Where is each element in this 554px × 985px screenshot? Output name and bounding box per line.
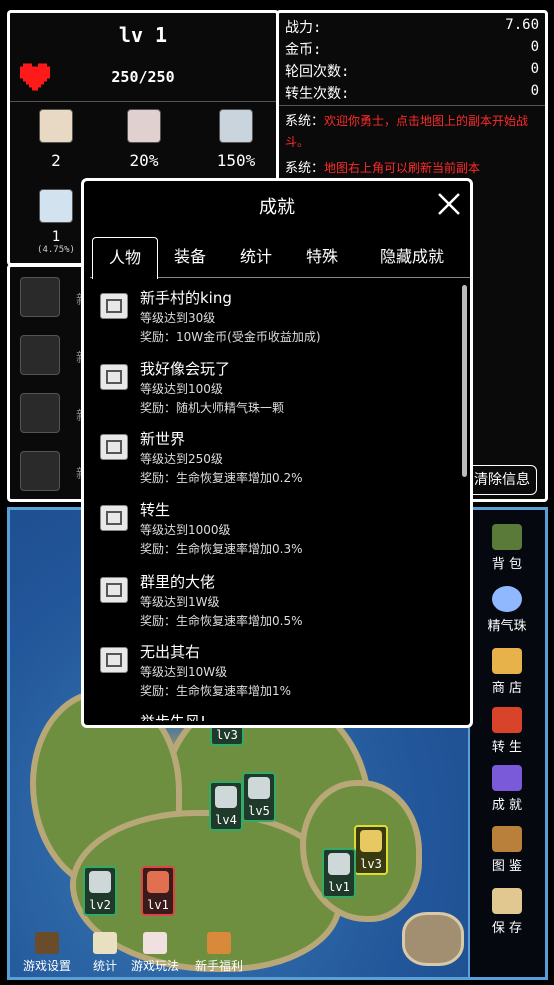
- achievement-list: 新手村的king 等级达到30级 奖励：10W金币(受金币收益加成) 我好像会玩…: [84, 285, 464, 721]
- map-stage[interactable]: lv3: [354, 825, 388, 875]
- achievement-badge-icon: [100, 293, 128, 319]
- statistics-button[interactable]: 统计: [88, 932, 122, 974]
- amulet-slot-icon: [20, 393, 60, 433]
- newbie-gift-button[interactable]: 新手福利: [192, 932, 246, 974]
- achievement-book-icon: [492, 765, 522, 791]
- shop-button[interactable]: 商 店: [482, 648, 532, 696]
- loop-value: 0: [530, 61, 539, 77]
- power-value: 7.60: [505, 17, 539, 33]
- rebirth-value: 0: [530, 83, 539, 99]
- list-scrollbar[interactable]: [462, 285, 467, 477]
- hp-value: 250/250: [111, 68, 175, 86]
- critical-burst-icon: [127, 109, 161, 143]
- dialog-title: 成就: [259, 197, 295, 218]
- equipment-slot-helmet[interactable]: 新: [20, 335, 89, 375]
- save-button[interactable]: 保 存: [482, 888, 532, 936]
- map-stage[interactable]: lv2: [83, 866, 117, 916]
- critical-damage-icon: [219, 109, 253, 143]
- save-scroll-icon: [492, 888, 522, 914]
- game-settings-button[interactable]: 游戏设置: [20, 932, 74, 974]
- calendar-icon: [143, 932, 167, 954]
- close-icon[interactable]: [436, 191, 462, 217]
- tab-special[interactable]: 特殊: [292, 237, 352, 277]
- sword-attack-icon: [39, 109, 73, 143]
- rock-islet: [402, 912, 464, 966]
- message-log: 系统：欢迎你勇士，点击地图上的副本开始战斗。 系统：地图右上角可以刷新当前副本: [285, 111, 541, 179]
- achievements-button[interactable]: 成 就: [482, 765, 532, 813]
- loop-label: 轮回次数:: [285, 64, 350, 80]
- backpack-icon: [492, 524, 522, 550]
- shield-icon: [39, 189, 73, 223]
- rebirth-icon: [492, 707, 522, 733]
- map-stage[interactable]: lv1: [322, 848, 356, 898]
- tab-statistics[interactable]: 统计: [226, 237, 286, 277]
- message-item: 系统：地图右上角可以刷新当前副本: [285, 161, 481, 176]
- tab-hidden-achievements[interactable]: 隐藏成就: [362, 237, 462, 277]
- equipment-slot-weapon[interactable]: 新: [20, 277, 89, 317]
- gold-value: 0: [530, 39, 539, 55]
- map-stage[interactable]: lv1: [141, 866, 175, 916]
- tab-equipment[interactable]: 装备: [160, 237, 220, 277]
- equipment-slot-ring[interactable]: 新: [20, 451, 89, 491]
- achievement-dialog: 成就 人物 装备 统计 特殊 隐藏成就 新手村的king 等级达到30级 奖励：…: [81, 178, 473, 728]
- helmet-slot-icon: [20, 335, 60, 375]
- spirit-orb-button[interactable]: 精气珠: [482, 586, 532, 634]
- tab-character[interactable]: 人物: [92, 237, 158, 279]
- rebirth-button[interactable]: 转 生: [482, 707, 532, 755]
- clear-messages-button[interactable]: 清除信息: [467, 465, 537, 495]
- stat-attack: 2: [30, 109, 82, 170]
- codex-button[interactable]: 图 鉴: [482, 826, 532, 874]
- achievement-badge-icon: [100, 434, 128, 460]
- sword-slot-icon: [20, 277, 60, 317]
- map-stage[interactable]: lv5: [242, 772, 276, 822]
- map-stage[interactable]: lv4: [209, 781, 243, 831]
- gold-label: 金币:: [285, 42, 322, 58]
- codex-book-icon: [492, 826, 522, 852]
- stat-crit-damage: 150%: [206, 109, 266, 170]
- achievement-badge-icon: [100, 577, 128, 603]
- stats-note-icon: [93, 932, 117, 954]
- side-menu: 背 包 精气珠 商 店 转 生 成 就 图 鉴 保 存: [470, 507, 548, 980]
- shop-coins-icon: [492, 648, 522, 674]
- settings-chest-icon: [35, 932, 59, 954]
- stat-defense: 1 (4.75%): [30, 189, 82, 255]
- achievement-badge-icon: [100, 364, 128, 390]
- rebirth-label: 转生次数:: [285, 86, 350, 102]
- message-item: 系统：欢迎你勇士，点击地图上的副本开始战斗。: [285, 114, 529, 149]
- achievement-badge-icon: [100, 505, 128, 531]
- achievement-badge-icon: [100, 647, 128, 673]
- equipment-slot-amulet[interactable]: 新: [20, 393, 89, 433]
- backpack-button[interactable]: 背 包: [482, 524, 532, 572]
- stat-crit-rate: 20%: [118, 109, 170, 170]
- player-level: lv 1: [118, 23, 168, 47]
- power-label: 战力:: [285, 20, 322, 36]
- ring-slot-icon: [20, 451, 60, 491]
- spirit-orb-icon: [492, 586, 522, 612]
- gift-scroll-icon: [207, 932, 231, 954]
- gameplay-button[interactable]: 游戏玩法: [128, 932, 182, 974]
